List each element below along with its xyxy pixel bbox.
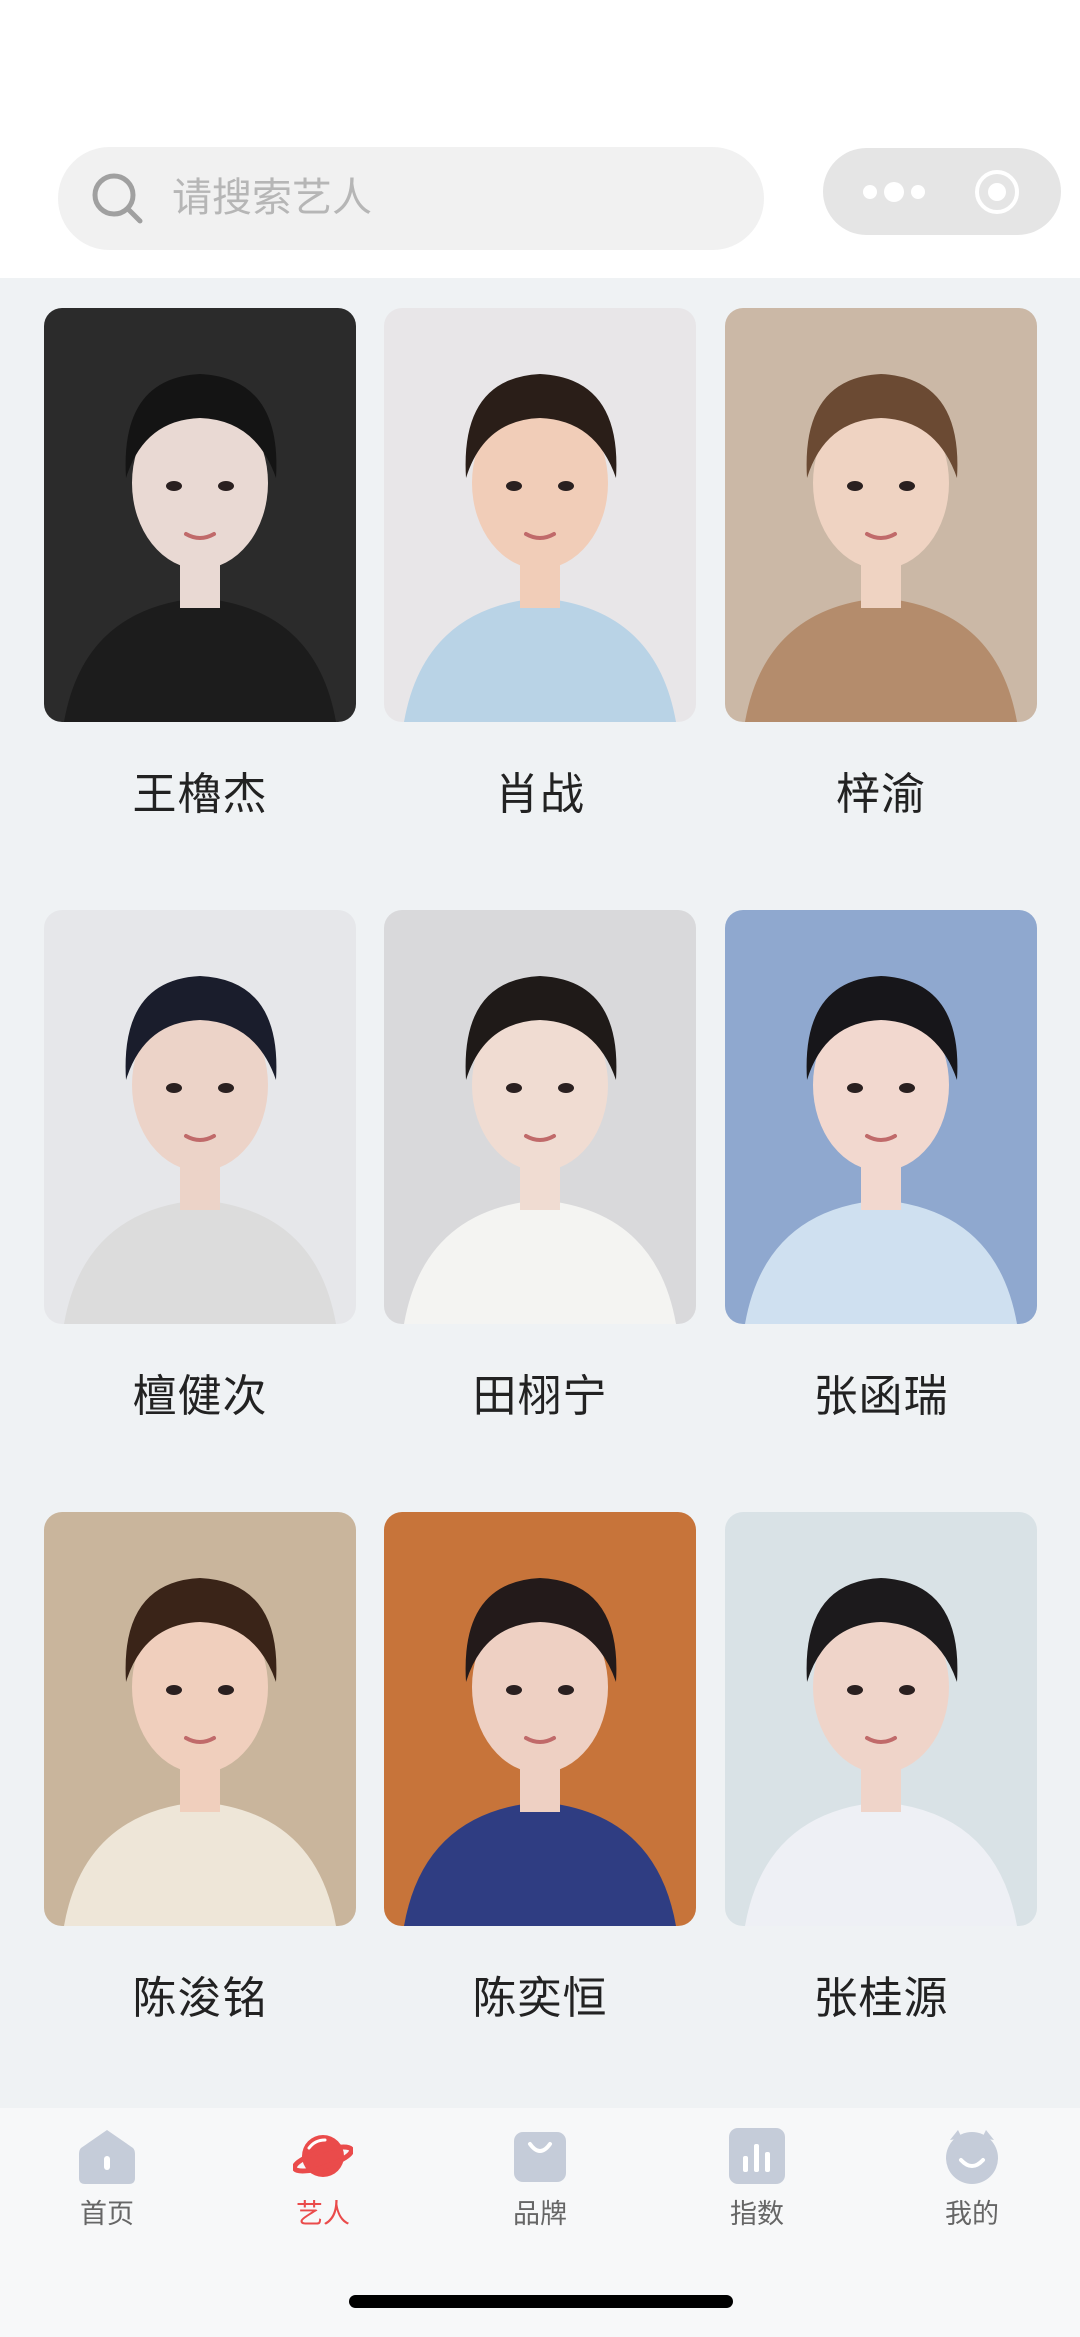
tab-label: 指数 bbox=[730, 2199, 784, 2230]
mini-program-capsule bbox=[823, 148, 1061, 235]
artist-card[interactable]: 肖战 bbox=[384, 308, 696, 820]
artist-card[interactable]: 陈奕恒 bbox=[384, 1512, 696, 2024]
artist-card[interactable]: 梓渝 bbox=[725, 308, 1037, 820]
artist-photo bbox=[384, 308, 696, 722]
artist-card[interactable]: 张桂源 bbox=[725, 1512, 1037, 2024]
tab-label: 品牌 bbox=[513, 2199, 567, 2230]
tab-home[interactable]: 首页 bbox=[47, 2126, 167, 2231]
portrait-image bbox=[44, 910, 356, 1324]
artist-card[interactable]: 王櫓杰 bbox=[44, 308, 356, 820]
home-indicator bbox=[349, 2295, 733, 2308]
artist-photo bbox=[44, 308, 356, 722]
tab-label: 艺人 bbox=[296, 2199, 350, 2230]
search-input[interactable]: 请搜索艺人 bbox=[172, 147, 372, 250]
artist-photo bbox=[725, 910, 1037, 1324]
portrait-image bbox=[384, 910, 696, 1324]
artist-card[interactable]: 田栩宁 bbox=[384, 910, 696, 1422]
artist-card[interactable]: 张函瑞 bbox=[725, 910, 1037, 1422]
portrait-image bbox=[725, 1512, 1037, 1926]
artist-card[interactable]: 檀健次 bbox=[44, 910, 356, 1422]
portrait-image bbox=[44, 308, 356, 722]
artist-name: 王櫓杰 bbox=[132, 769, 268, 820]
search-bar[interactable]: 请搜索艺人 bbox=[58, 147, 764, 250]
artist-photo bbox=[725, 1512, 1037, 1926]
artist-name: 张桂源 bbox=[813, 1973, 949, 2024]
tab-index[interactable]: 指数 bbox=[697, 2126, 817, 2231]
artist-name: 梓渝 bbox=[836, 769, 926, 820]
artist-name: 张函瑞 bbox=[813, 1371, 949, 1422]
more-options-icon[interactable] bbox=[858, 176, 930, 208]
home-icon bbox=[79, 2130, 135, 2184]
tab-artists[interactable]: 艺人 bbox=[263, 2126, 383, 2231]
artist-photo bbox=[725, 308, 1037, 722]
bar-chart-icon bbox=[729, 2128, 785, 2184]
tab-label: 首页 bbox=[80, 2199, 134, 2230]
artist-photo bbox=[384, 1512, 696, 1926]
planet-icon bbox=[293, 2135, 353, 2177]
artist-photo bbox=[44, 1512, 356, 1926]
search-icon bbox=[92, 173, 143, 224]
artist-name: 田栩宁 bbox=[472, 1371, 608, 1422]
artist-name: 檀健次 bbox=[132, 1371, 268, 1422]
portrait-image bbox=[384, 1512, 696, 1926]
artist-name: 陈奕恒 bbox=[472, 1973, 608, 2024]
tab-profile[interactable]: 我的 bbox=[912, 2126, 1032, 2231]
tab-brands[interactable]: 品牌 bbox=[480, 2126, 600, 2231]
tab-label: 我的 bbox=[945, 2199, 999, 2230]
portrait-image bbox=[384, 308, 696, 722]
bag-icon bbox=[514, 2132, 566, 2182]
artist-name: 陈浚铭 bbox=[132, 1973, 268, 2024]
artist-photo bbox=[44, 910, 356, 1324]
artist-photo bbox=[384, 910, 696, 1324]
top-bar: 请搜索艺人 bbox=[0, 0, 1080, 278]
artist-name: 肖战 bbox=[495, 769, 585, 820]
portrait-image bbox=[44, 1512, 356, 1926]
artist-card[interactable]: 陈浚铭 bbox=[44, 1512, 356, 2024]
profile-icon bbox=[946, 2130, 998, 2184]
close-target-icon[interactable] bbox=[973, 168, 1021, 216]
portrait-image bbox=[725, 910, 1037, 1324]
portrait-image bbox=[725, 308, 1037, 722]
